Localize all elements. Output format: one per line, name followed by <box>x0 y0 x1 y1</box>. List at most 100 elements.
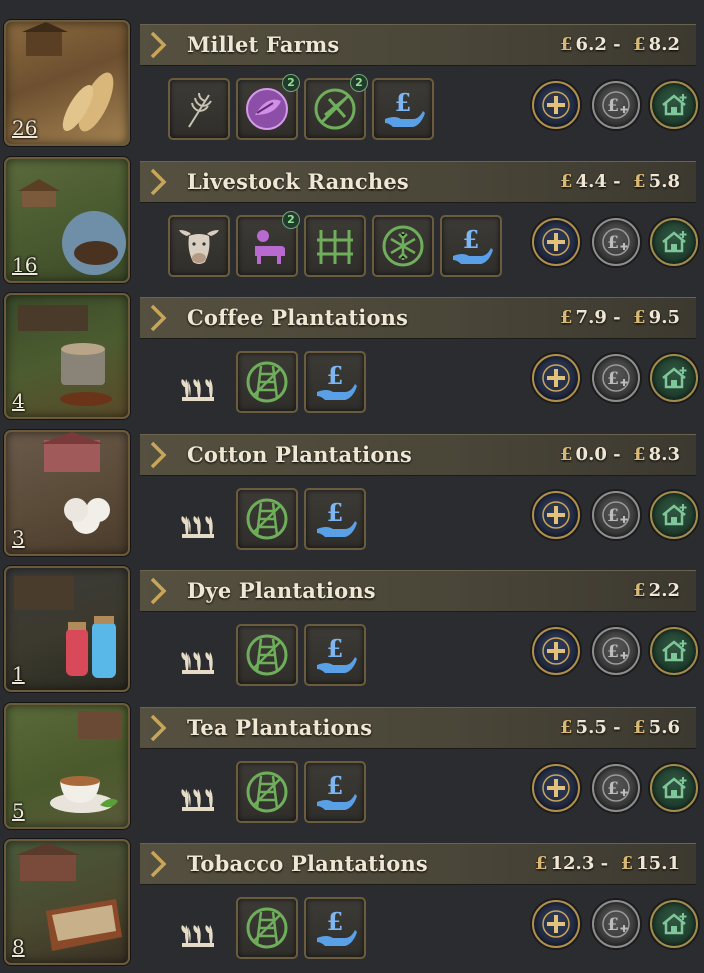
building-thumbnail[interactable]: 26 <box>4 20 130 146</box>
plus-icon <box>542 910 570 938</box>
production-method-slot[interactable] <box>236 897 298 959</box>
production-method-slot[interactable]: 2 <box>236 210 300 277</box>
plus-icon <box>542 227 570 256</box>
build-button[interactable] <box>650 490 698 539</box>
chevron-right-icon[interactable] <box>148 304 168 332</box>
building-header[interactable]: Coffee Plantations £7.9 - £9.5 <box>140 297 696 339</box>
building-count: 5 <box>12 798 25 823</box>
subsidize-button[interactable]: £ <box>592 217 640 266</box>
expand-button[interactable] <box>532 763 580 812</box>
svg-text:£: £ <box>327 907 344 936</box>
building-header[interactable]: Livestock Ranches £4.4 - £5.8 <box>140 160 696 203</box>
production-method-slot[interactable]: £ <box>440 214 502 277</box>
building-count: 4 <box>12 389 25 413</box>
production-method-slot[interactable] <box>304 214 366 277</box>
subsidize-button[interactable]: £ <box>592 81 640 129</box>
chevron-right-icon[interactable] <box>148 31 168 59</box>
build-button[interactable] <box>650 354 698 402</box>
pound-plus-icon: £ <box>602 910 630 938</box>
production-method-slot[interactable] <box>168 214 230 277</box>
expand-button[interactable] <box>532 627 580 675</box>
chevron-right-icon[interactable] <box>148 577 168 605</box>
crops-icon[interactable] <box>174 630 222 678</box>
house-plus-icon <box>662 503 687 525</box>
svg-text:£: £ <box>607 506 619 526</box>
subsidize-button[interactable]: £ <box>592 354 640 402</box>
production-method-slot[interactable] <box>236 487 298 550</box>
production-method-slot[interactable]: £ <box>304 897 366 959</box>
production-method-slot[interactable]: £ <box>304 760 366 823</box>
production-method-slot[interactable] <box>236 351 298 413</box>
production-method-slot[interactable]: £ <box>372 78 434 140</box>
building-thumbnail[interactable]: 8 <box>4 839 130 965</box>
production-method-slot[interactable] <box>372 214 434 277</box>
expand-button[interactable] <box>532 354 580 402</box>
building-thumbnail[interactable]: 5 <box>4 702 130 829</box>
building-thumbnail[interactable]: 3 <box>4 429 130 556</box>
chevron-right-icon[interactable] <box>148 441 168 469</box>
plus-icon <box>542 364 570 392</box>
subsidize-button[interactable]: £ <box>592 490 640 539</box>
svg-text:£: £ <box>607 96 619 116</box>
price-range: £2.2 <box>633 580 680 601</box>
svg-text:£: £ <box>327 361 344 390</box>
crops-icon[interactable] <box>174 357 222 405</box>
building-row: 8 Tobacco Plantations £12.3 - £15.1 £ £ <box>0 837 704 973</box>
production-method-slot[interactable]: £ <box>304 487 366 550</box>
svg-text:£: £ <box>607 369 619 389</box>
production-method-slot[interactable] <box>168 78 230 140</box>
svg-text:£: £ <box>607 915 619 935</box>
building-title: Coffee Plantations <box>187 305 409 330</box>
expand-button[interactable] <box>532 490 580 539</box>
price-range: £4.4 - £5.8 <box>560 170 680 192</box>
building-thumbnail[interactable]: 1 <box>4 566 130 692</box>
svg-text:£: £ <box>327 634 344 663</box>
svg-text:£: £ <box>607 642 619 662</box>
building-thumbnail[interactable]: 4 <box>4 293 130 419</box>
svg-text:£: £ <box>607 779 619 799</box>
building-header[interactable]: Tobacco Plantations £12.3 - £15.1 <box>140 843 696 885</box>
build-button[interactable] <box>650 627 698 675</box>
production-method-slot[interactable] <box>236 760 298 823</box>
plus-icon <box>542 637 570 665</box>
build-button[interactable] <box>650 763 698 812</box>
expand-button[interactable] <box>532 900 580 948</box>
building-count: 26 <box>12 116 38 140</box>
expand-button[interactable] <box>532 81 580 129</box>
building-header[interactable]: Dye Plantations £2.2 <box>140 570 696 612</box>
crops-icon[interactable] <box>174 903 222 951</box>
building-title: Dye Plantations <box>187 578 376 603</box>
production-method-slot[interactable]: £ <box>304 351 366 413</box>
production-method-slot[interactable]: 2 <box>304 74 368 140</box>
subsidize-button[interactable]: £ <box>592 763 640 812</box>
method-count-badge: 2 <box>282 210 300 229</box>
build-button[interactable] <box>650 900 698 948</box>
subsidize-button[interactable]: £ <box>592 900 640 948</box>
fence-icon <box>317 229 353 264</box>
building-header[interactable]: Tea Plantations £5.5 - £5.6 <box>140 706 696 749</box>
house-plus-icon <box>662 913 687 935</box>
subsidize-button[interactable]: £ <box>592 627 640 675</box>
chevron-right-icon[interactable] <box>148 168 168 196</box>
production-method-slot[interactable]: 2 <box>236 74 300 140</box>
build-button[interactable] <box>650 217 698 266</box>
building-header[interactable]: Millet Farms £6.2 - £8.2 <box>140 24 696 66</box>
building-title: Cotton Plantations <box>187 441 413 467</box>
production-method-slot[interactable]: £ <box>304 624 366 686</box>
fertilizer-icon <box>246 88 288 130</box>
subsidy-icon: £ <box>317 361 357 400</box>
price-range: £0.0 - £8.3 <box>560 443 680 465</box>
expand-button[interactable] <box>532 217 580 266</box>
building-thumbnail[interactable]: 16 <box>4 156 130 283</box>
build-button[interactable] <box>650 81 698 129</box>
price-range: £12.3 - £15.1 <box>534 853 680 874</box>
pound-plus-icon: £ <box>602 637 630 665</box>
crops-icon[interactable] <box>174 494 222 542</box>
building-header[interactable]: Cotton Plantations £0.0 - £8.3 <box>140 433 696 476</box>
chevron-right-icon[interactable] <box>148 714 168 742</box>
svg-text:£: £ <box>327 498 344 527</box>
chevron-right-icon[interactable] <box>148 850 168 878</box>
production-method-slot[interactable] <box>236 624 298 686</box>
crops-icon[interactable] <box>174 767 222 815</box>
pound-plus-icon: £ <box>602 227 630 256</box>
